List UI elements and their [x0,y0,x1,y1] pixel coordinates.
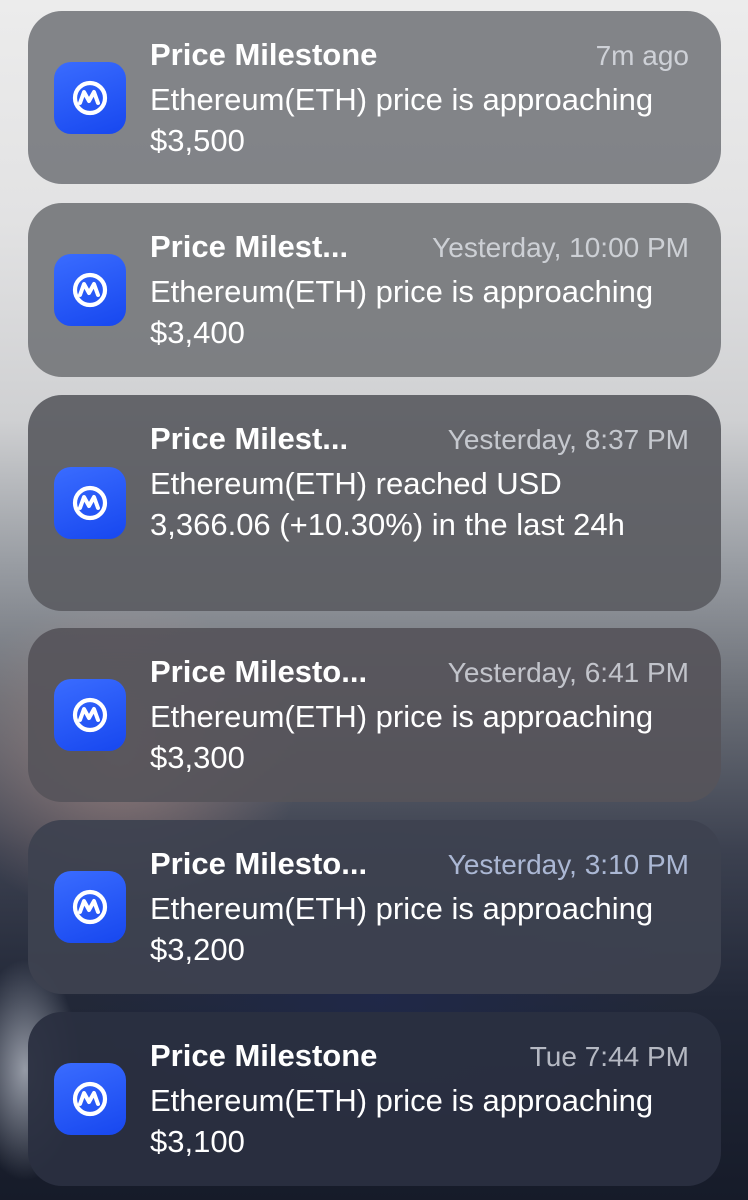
notification-title: Price Milesto... [150,654,368,689]
notification-time: Yesterday, 10:00 PM [432,232,689,263]
coinmarketcap-icon [54,467,126,539]
notification-card[interactable]: Price Milest... Yesterday, 8:37 PM Ether… [28,395,721,611]
notification-body: Ethereum(ETH) reached USD 3,366.06 (+10.… [150,466,625,542]
notification-time: Yesterday, 6:41 PM [447,657,689,688]
notification-time: Tue 7:44 PM [529,1041,689,1072]
coinmarketcap-icon [54,679,126,751]
notification-card[interactable]: Price Milesto... Yesterday, 3:10 PM Ethe… [28,820,721,994]
notification-card[interactable]: Price Milest... Yesterday, 10:00 PM Ethe… [28,203,721,377]
notification-title: Price Milesto... [150,846,368,881]
notification-body: Ethereum(ETH) price is approaching $3,20… [150,891,654,967]
notification-card[interactable]: Price Milestone Tue 7:44 PM Ethereum(ETH… [28,1012,721,1186]
coinmarketcap-icon [54,1063,126,1135]
coinmarketcap-icon [54,254,126,326]
notification-time: 7m ago [595,40,689,71]
notification-title: Price Milest... [150,421,349,456]
notification-title: Price Milestone [150,1038,378,1073]
notification-body: Ethereum(ETH) price is approaching $3,50… [150,82,654,158]
notification-title: Price Milestone [150,37,378,72]
notification-body: Ethereum(ETH) price is approaching $3,10… [150,1083,654,1159]
notification-time: Yesterday, 3:10 PM [447,849,689,880]
notification-card[interactable]: Price Milesto... Yesterday, 6:41 PM Ethe… [28,628,721,802]
notification-title: Price Milest... [150,229,349,264]
notification-body: Ethereum(ETH) price is approaching $3,40… [150,274,654,350]
coinmarketcap-icon [54,62,126,134]
notification-body: Ethereum(ETH) price is approaching $3,30… [150,699,654,775]
notification-time: Yesterday, 8:37 PM [447,424,689,455]
coinmarketcap-icon [54,871,126,943]
notification-card[interactable]: Price Milestone 7m ago Ethereum(ETH) pri… [28,11,721,184]
